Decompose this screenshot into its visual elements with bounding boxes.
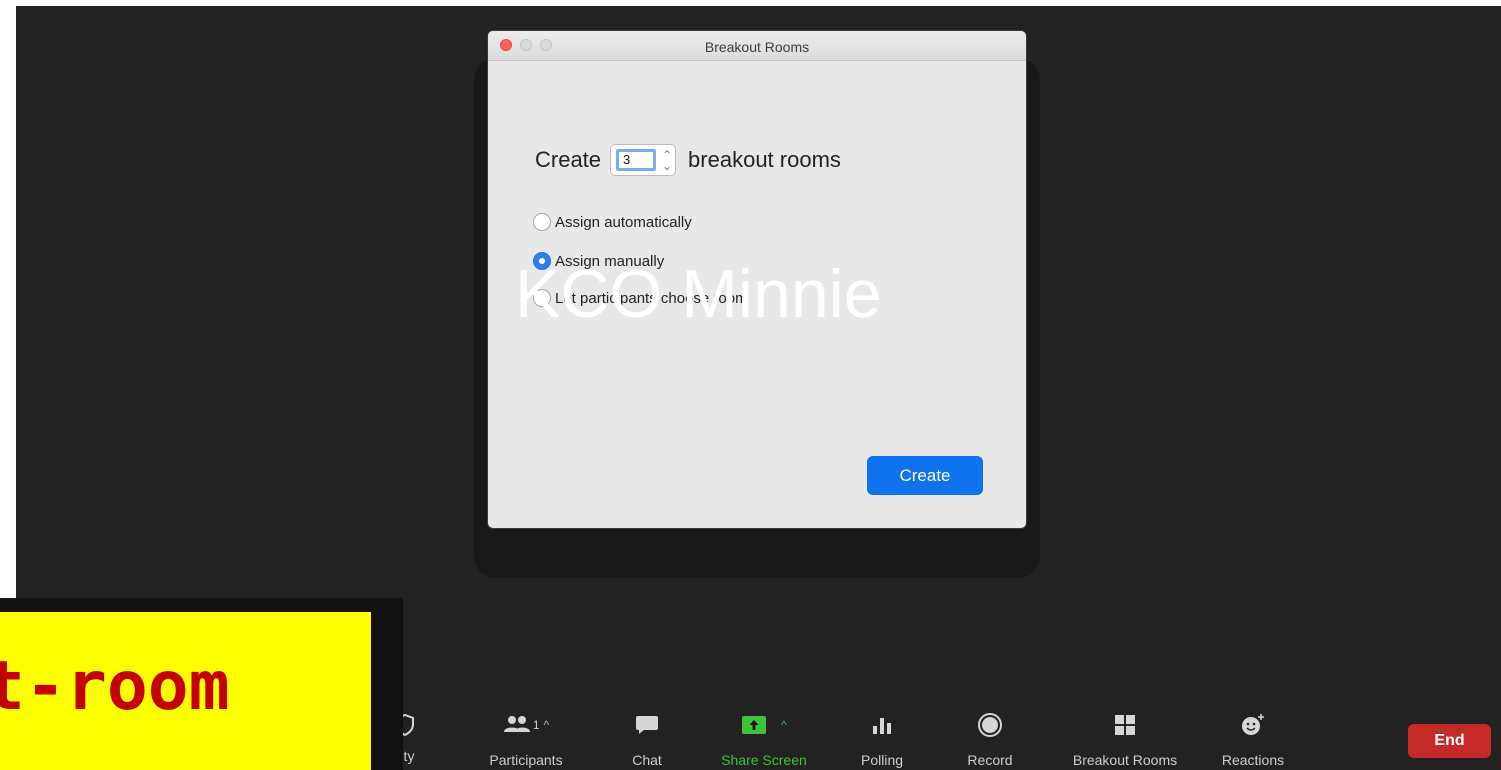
reactions-button[interactable]: Reactions — [1210, 708, 1296, 768]
participants-button[interactable]: 1 ^ Participants — [474, 708, 578, 768]
chat-button[interactable]: Chat — [622, 708, 672, 768]
breakout-rooms-icon — [1055, 708, 1195, 742]
participants-label: Participants — [489, 752, 563, 768]
chevron-up-icon[interactable]: ^ — [544, 718, 550, 732]
radio-assign-manually[interactable] — [533, 252, 551, 270]
participant-count: 1 — [532, 718, 540, 732]
radio-let-participants-choose[interactable] — [533, 289, 551, 307]
caption-banner-panel: t-room — [0, 612, 371, 770]
breakout-rooms-dialog: Breakout Rooms Create 3 ⌃ ⌄ breakout room… — [488, 31, 1026, 528]
polling-icon — [852, 708, 912, 742]
polling-button[interactable]: Polling — [852, 708, 912, 768]
reactions-label: Reactions — [1221, 752, 1285, 768]
caption-banner: t-room — [0, 598, 403, 770]
share-screen-icon — [742, 716, 767, 734]
reactions-icon — [1210, 708, 1296, 742]
option-label: Let participants choose room — [555, 289, 748, 307]
participants-icon — [503, 716, 530, 732]
breakout-rooms-label: Breakout Rooms — [1072, 752, 1178, 768]
breakout-rooms-button[interactable]: Breakout Rooms — [1055, 708, 1195, 768]
dialog-title: Breakout Rooms — [704, 39, 810, 55]
record-label: Record — [967, 752, 1013, 768]
option-let-participants-choose[interactable]: Let participants choose room — [533, 287, 748, 309]
polling-label: Polling — [860, 752, 904, 768]
share-screen-label: Share Screen — [721, 752, 807, 768]
participants-icon-group: 1 ^ — [474, 708, 578, 742]
dialog-titlebar[interactable]: Breakout Rooms — [488, 31, 1026, 61]
record-icon — [960, 708, 1020, 742]
option-assign-automatically[interactable]: Assign automatically — [533, 211, 692, 233]
create-prefix-label: Create — [535, 147, 602, 172]
chat-label: Chat — [632, 752, 662, 768]
record-button[interactable]: Record — [960, 708, 1020, 768]
stepper-arrows-icon[interactable]: ⌃ ⌄ — [662, 149, 672, 172]
share-screen-icon-group: ^ — [710, 708, 818, 742]
room-count-stepper[interactable]: 3 ⌃ ⌄ — [610, 144, 677, 176]
caption-banner-text: t-room — [0, 647, 230, 726]
create-button[interactable]: Create — [867, 456, 983, 495]
chevron-up-icon[interactable]: ^ — [781, 718, 787, 732]
end-meeting-button[interactable]: End — [1408, 724, 1491, 758]
option-label: Assign automatically — [555, 213, 692, 231]
option-label: Assign manually — [555, 252, 665, 270]
option-assign-manually[interactable]: Assign manually — [533, 250, 664, 272]
radio-assign-automatically[interactable] — [533, 213, 551, 231]
room-count-row: Create 3 ⌃ ⌄ breakout rooms — [535, 143, 841, 177]
share-screen-button[interactable]: ^ Share Screen — [710, 708, 818, 768]
create-suffix-label: breakout rooms — [688, 147, 841, 172]
room-count-input[interactable]: 3 — [616, 149, 657, 171]
chat-icon — [622, 708, 672, 742]
